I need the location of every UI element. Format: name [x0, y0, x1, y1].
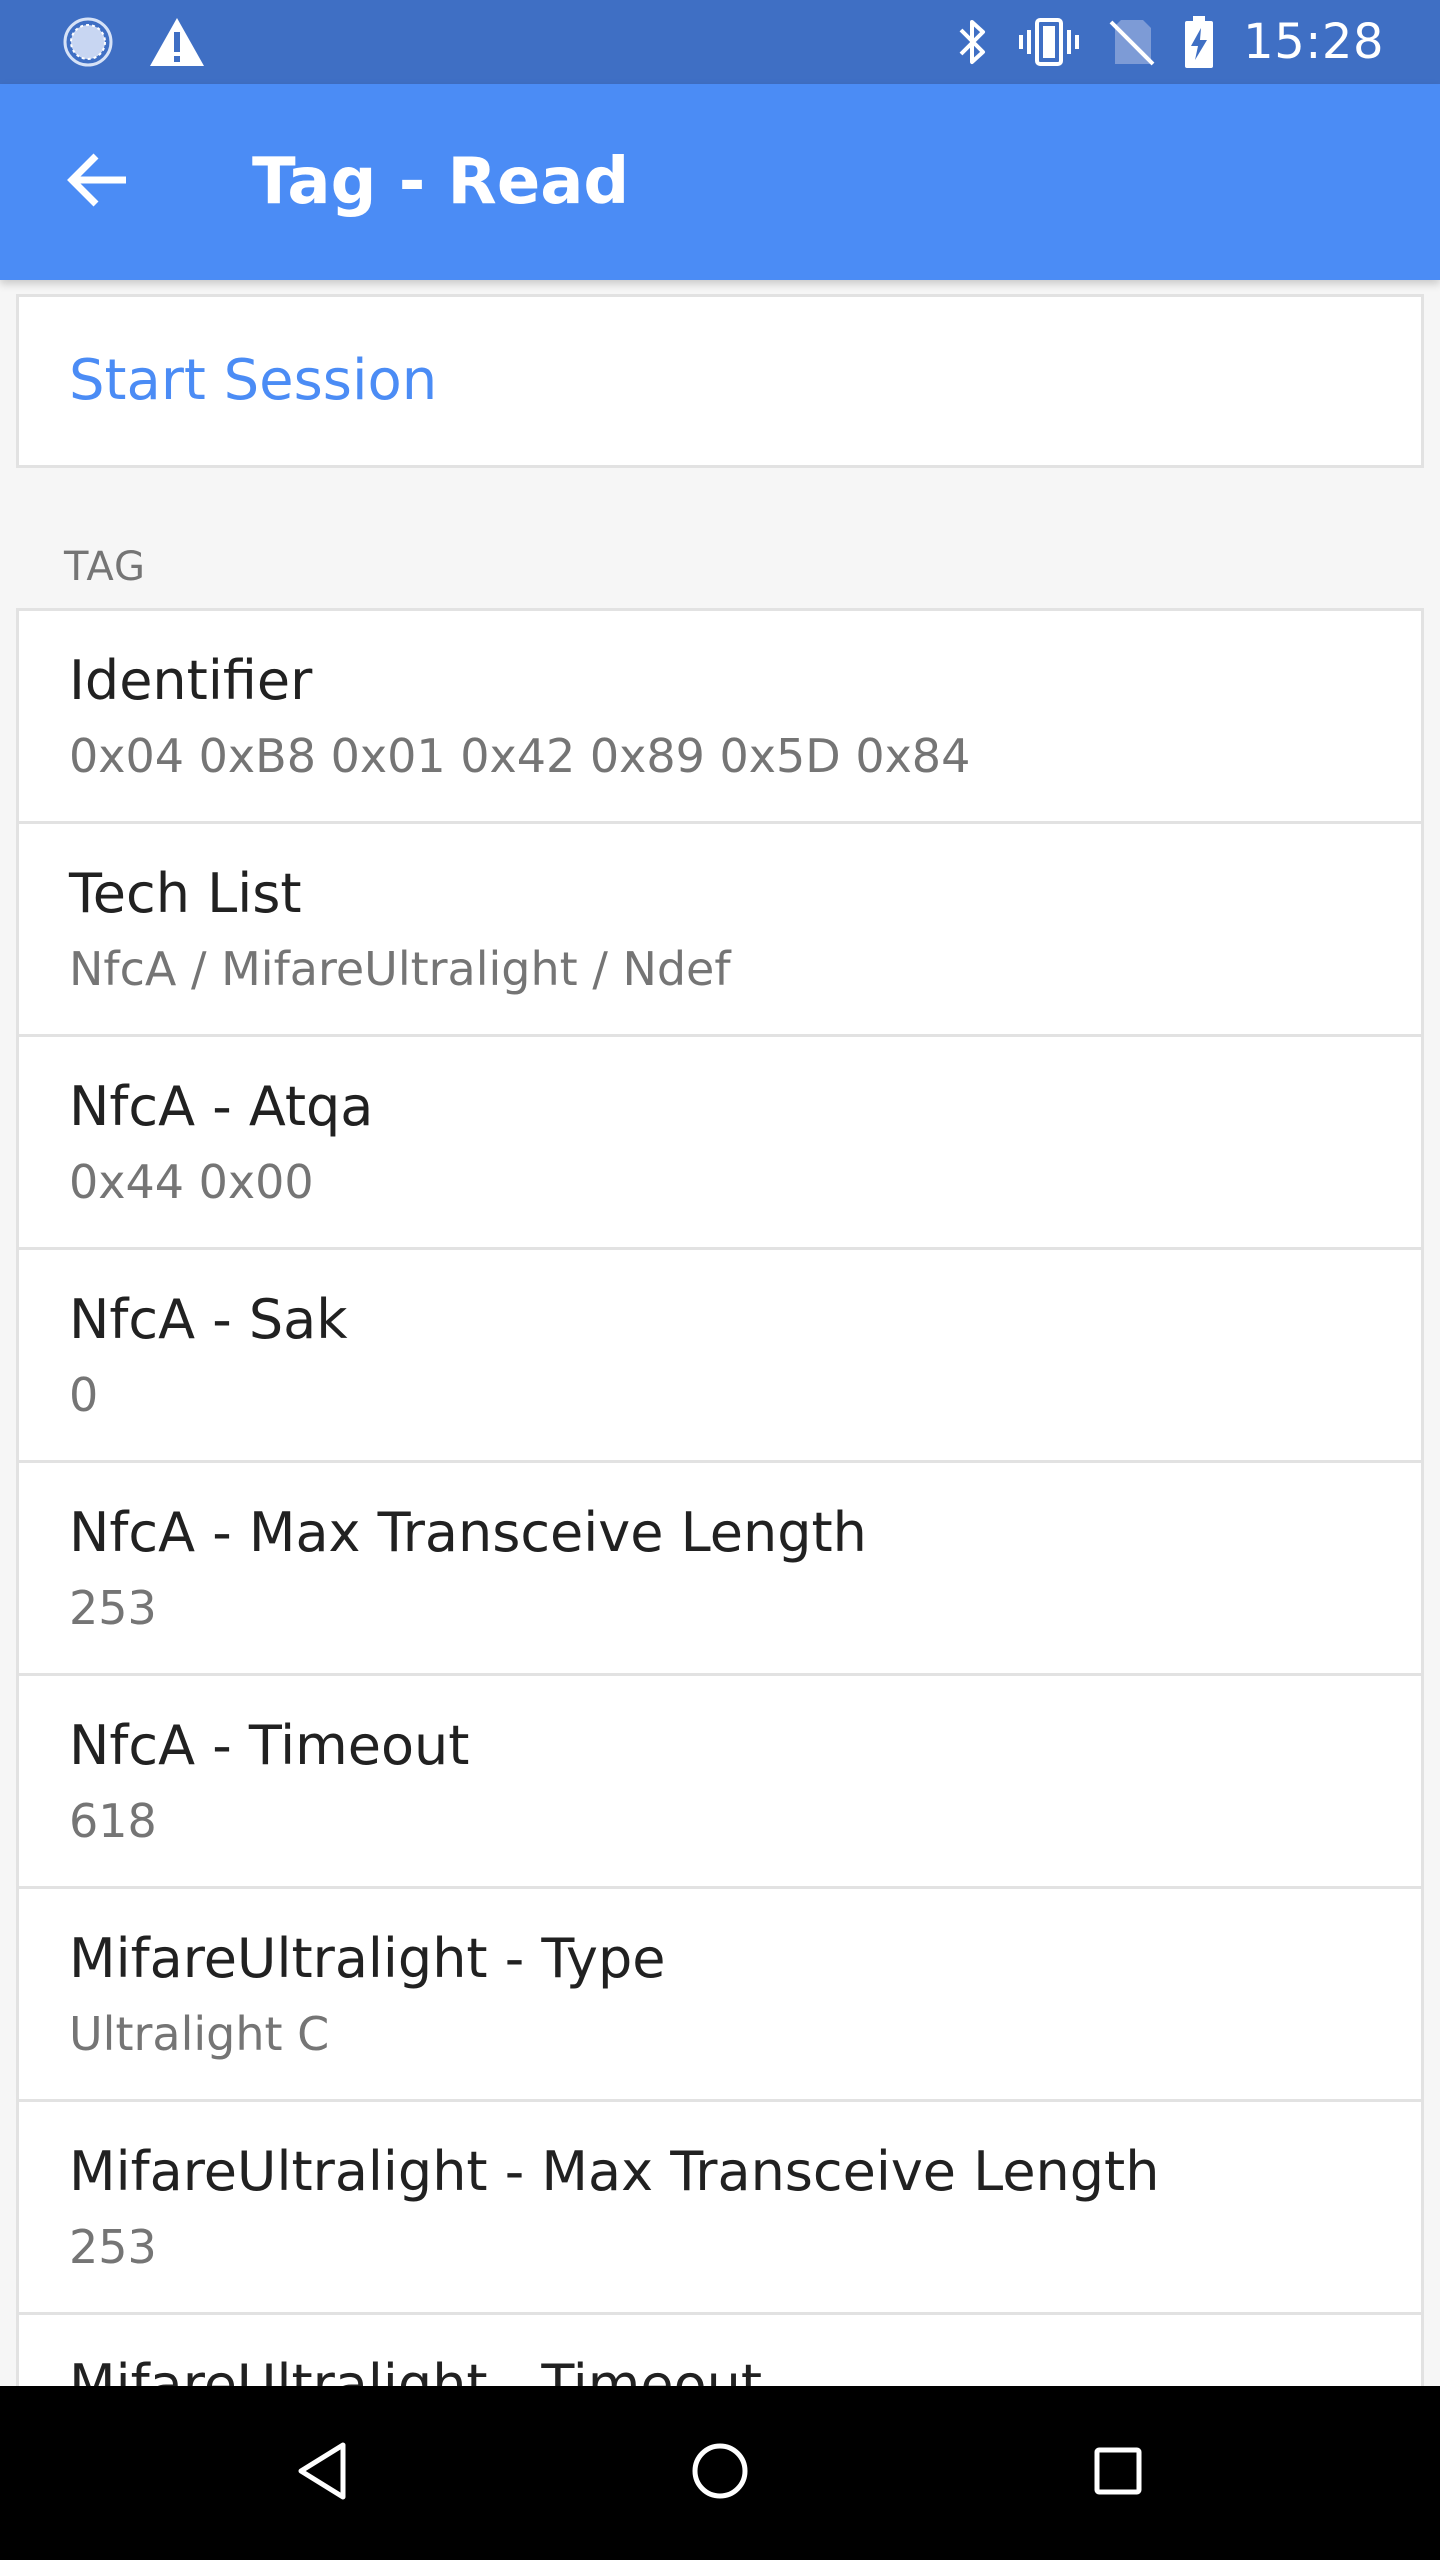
item-value: 618 [69, 1794, 157, 1848]
vibrate-icon [1017, 16, 1081, 68]
back-button[interactable] [50, 134, 146, 230]
sync-icon [62, 16, 114, 68]
start-session-button[interactable]: Start Session [69, 297, 437, 465]
status-bar: 15:28 [0, 0, 1440, 84]
item-title: NfcA - Max Transceive Length [69, 1501, 867, 1564]
list-item[interactable]: Identifier 0x04 0xB8 0x01 0x42 0x89 0x5D… [16, 608, 1424, 821]
item-value: Ultralight C [69, 2007, 330, 2061]
nav-recents-button[interactable] [1073, 2428, 1163, 2518]
bluetooth-icon [957, 16, 989, 68]
list-item[interactable]: MifareUltralight - Timeout [16, 2312, 1424, 2386]
session-card[interactable]: Start Session [16, 294, 1424, 468]
list-item[interactable]: NfcA - Max Transceive Length 253 [16, 1460, 1424, 1673]
section-header-tag: TAG [64, 544, 146, 590]
screen: 15:28 Tag - Read Start Session TAG Ident… [0, 0, 1440, 2560]
nav-home-icon [690, 2441, 750, 2505]
navigation-bar [0, 2386, 1440, 2560]
item-title: NfcA - Sak [69, 1288, 348, 1351]
status-time: 15:28 [1243, 14, 1384, 70]
item-value: 0x04 0xB8 0x01 0x42 0x89 0x5D 0x84 [69, 729, 971, 783]
item-title: Tech List [69, 862, 302, 925]
item-value: 253 [69, 1581, 157, 1635]
nav-back-icon [295, 2441, 349, 2505]
list-item[interactable]: NfcA - Atqa 0x44 0x00 [16, 1034, 1424, 1247]
arrow-back-icon [66, 152, 130, 212]
item-title: NfcA - Timeout [69, 1714, 470, 1777]
warning-icon [148, 16, 206, 68]
nav-back-button[interactable] [277, 2428, 367, 2518]
item-value: NfcA / MifareUltralight / Ndef [69, 942, 731, 996]
page-title: Tag - Read [252, 145, 630, 219]
list-item[interactable]: NfcA - Sak 0 [16, 1247, 1424, 1460]
item-title: MifareUltralight - Timeout [69, 2353, 763, 2386]
item-title: Identifier [69, 649, 313, 712]
battery-charging-icon [1183, 14, 1215, 70]
list-item[interactable]: NfcA - Timeout 618 [16, 1673, 1424, 1886]
item-value: 0 [69, 1368, 99, 1422]
list-item[interactable]: MifareUltralight - Type Ultralight C [16, 1886, 1424, 2099]
item-title: MifareUltralight - Max Transceive Length [69, 2140, 1160, 2203]
item-value: 253 [69, 2220, 157, 2274]
tag-list: Identifier 0x04 0xB8 0x01 0x42 0x89 0x5D… [16, 608, 1424, 2386]
list-item[interactable]: Tech List NfcA / MifareUltralight / Ndef [16, 821, 1424, 1034]
nav-home-button[interactable] [675, 2428, 765, 2518]
list-item[interactable]: MifareUltralight - Max Transceive Length… [16, 2099, 1424, 2312]
item-title: NfcA - Atqa [69, 1075, 374, 1138]
no-sim-icon [1109, 16, 1155, 68]
item-value: 0x44 0x00 [69, 1155, 314, 1209]
item-title: MifareUltralight - Type [69, 1927, 666, 1990]
content: Start Session TAG Identifier 0x04 0xB8 0… [0, 280, 1440, 2386]
app-bar: Tag - Read [0, 84, 1440, 280]
nav-recents-icon [1092, 2445, 1144, 2501]
